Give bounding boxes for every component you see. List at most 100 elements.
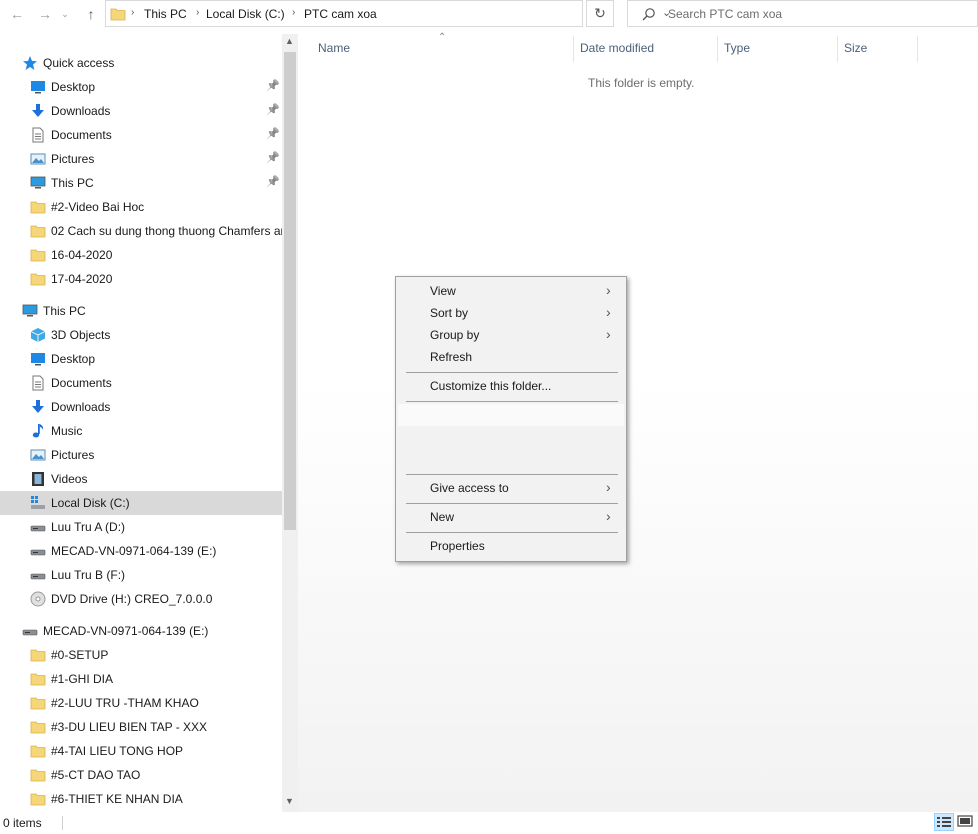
nav-drive-e[interactable]: MECAD-VN-0971-064-139 (E:) — [0, 619, 282, 643]
menu-item-label: Properties — [430, 539, 485, 553]
scroll-down-icon[interactable]: ▼ — [285, 796, 294, 806]
menu-item-customize-folder[interactable]: Customize this folder... — [398, 375, 624, 397]
scrollbar-thumb[interactable] — [284, 52, 296, 530]
menu-blank-item[interactable] — [398, 404, 624, 426]
nav-item-this-pc[interactable]: 3D Objects — [0, 323, 282, 347]
nav-item-label: Luu Tru B (F:) — [51, 568, 126, 582]
star-icon — [22, 55, 38, 71]
breadcrumb-separator: › — [131, 7, 135, 18]
nav-item-drive-e[interactable]: #5-CT DAO TAO — [0, 763, 282, 787]
nav-item-label: 02 Cach su dung thong thuong Chamfers ar — [51, 224, 285, 238]
folder-icon — [30, 767, 46, 783]
nav-item-label: Desktop — [51, 80, 96, 94]
nav-item-drive-e[interactable]: #4-TAI LIEU TONG HOP — [0, 739, 282, 763]
column-header-type[interactable]: Type — [724, 41, 750, 55]
nav-item-this-pc[interactable]: Downloads — [0, 395, 282, 419]
large-icons-view-icon — [957, 815, 973, 827]
column-divider[interactable] — [717, 36, 718, 62]
up-button[interactable]: ↑ — [80, 4, 102, 24]
nav-item-quick-access[interactable]: Downloads 📌 — [0, 99, 282, 123]
chevron-right-icon: › — [606, 326, 611, 342]
details-view-button[interactable] — [934, 813, 954, 831]
nav-item-label: MECAD-VN-0971-064-139 (E:) — [51, 544, 217, 558]
item-count: 0 items — [3, 816, 42, 830]
nav-this-pc[interactable]: This PC — [0, 299, 282, 323]
menu-item-refresh[interactable]: Refresh — [398, 346, 624, 368]
menu-item-label: View — [430, 284, 456, 298]
search-box[interactable]: Search PTC cam xoa — [627, 0, 978, 27]
column-header-date-modified[interactable]: Date modified — [580, 41, 654, 55]
nav-item-label: Local Disk (C:) — [51, 496, 130, 510]
nav-item-label: Downloads — [51, 400, 111, 414]
drive-icon — [30, 567, 46, 583]
menu-item-label: Sort by — [430, 306, 469, 320]
navigation-scrollbar[interactable]: ▲ ▼ — [282, 34, 298, 812]
column-divider[interactable] — [573, 36, 574, 62]
menu-item-new[interactable]: New › — [398, 506, 624, 528]
menu-item-give-access-to[interactable]: Give access to › — [398, 477, 624, 499]
address-bar[interactable]: › This PC › Local Disk (C:) › PTC cam xo… — [105, 0, 671, 27]
breadcrumb-local-disk[interactable]: Local Disk (C:) — [206, 7, 285, 21]
nav-item-label: Documents — [51, 376, 112, 390]
status-bar: 0 items — [0, 812, 978, 834]
nav-item-this-pc[interactable]: Videos — [0, 467, 282, 491]
nav-item-drive-e[interactable]: #3-DU LIEU BIEN TAP - XXX — [0, 715, 282, 739]
menu-item-group-by[interactable]: Group by › — [398, 324, 624, 346]
nav-item-drive-e[interactable]: #6-THIET KE NHAN DIA — [0, 787, 282, 811]
nav-item-label: Pictures — [51, 152, 95, 166]
search-placeholder[interactable]: Search PTC cam xoa — [668, 7, 782, 21]
nav-item-this-pc[interactable]: Luu Tru B (F:) — [0, 563, 282, 587]
nav-item-drive-e[interactable]: #2-LUU TRU -THAM KHAO — [0, 691, 282, 715]
nav-item-label: This PC — [43, 304, 86, 318]
nav-item-quick-access[interactable]: #2-Video Bai Hoc — [0, 195, 282, 219]
nav-item-this-pc[interactable]: Desktop — [0, 347, 282, 371]
nav-item-quick-access[interactable]: Documents 📌 — [0, 123, 282, 147]
menu-item-label: Group by — [430, 328, 480, 342]
nav-item-quick-access[interactable]: Pictures 📌 — [0, 147, 282, 171]
nav-item-this-pc[interactable]: Local Disk (C:) — [0, 491, 282, 515]
menu-item-sort-by[interactable]: Sort by › — [398, 302, 624, 324]
forward-button[interactable]: → — [34, 4, 56, 24]
3d-objects-icon — [30, 327, 46, 343]
nav-item-label: #1-GHI DIA — [51, 672, 114, 686]
breadcrumb-this-pc[interactable]: This PC — [144, 7, 187, 21]
breadcrumb-current-folder[interactable]: PTC cam xoa — [304, 7, 377, 21]
nav-item-this-pc[interactable]: MECAD-VN-0971-064-139 (E:) — [0, 539, 282, 563]
menu-separator — [406, 401, 618, 402]
nav-item-quick-access[interactable]: 17-04-2020 — [0, 267, 282, 291]
nav-item-quick-access[interactable]: This PC 📌 — [0, 171, 282, 195]
column-header-name[interactable]: Name — [318, 41, 350, 55]
pictures-icon — [30, 447, 46, 463]
nav-item-label: 3D Objects — [51, 328, 111, 342]
menu-item-properties[interactable]: Properties — [398, 535, 624, 557]
nav-item-label: This PC — [51, 176, 94, 190]
nav-item-this-pc[interactable]: Pictures — [0, 443, 282, 467]
status-divider — [62, 816, 63, 830]
nav-quick-access[interactable]: Quick access — [0, 51, 282, 75]
column-divider[interactable] — [837, 36, 838, 62]
nav-item-quick-access[interactable]: Desktop 📌 — [0, 75, 282, 99]
nav-item-this-pc[interactable]: Luu Tru A (D:) — [0, 515, 282, 539]
pin-icon: 📌 — [266, 152, 280, 164]
back-button[interactable]: ← — [6, 4, 28, 24]
nav-item-label: MECAD-VN-0971-064-139 (E:) — [43, 624, 209, 638]
nav-item-label: #2-LUU TRU -THAM KHAO — [51, 696, 199, 710]
column-divider[interactable] — [917, 36, 918, 62]
nav-item-this-pc[interactable]: DVD Drive (H:) CREO_7.0.0.0 — [0, 587, 282, 611]
column-header-size[interactable]: Size — [844, 41, 867, 55]
nav-item-quick-access[interactable]: 02 Cach su dung thong thuong Chamfers ar — [0, 219, 285, 243]
drive-icon — [30, 543, 46, 559]
refresh-button[interactable]: ↻ — [586, 0, 614, 27]
nav-item-this-pc[interactable]: Documents — [0, 371, 282, 395]
recent-locations-button[interactable]: ⌄ — [58, 4, 72, 24]
nav-item-this-pc[interactable]: Music — [0, 419, 282, 443]
nav-item-quick-access[interactable]: 16-04-2020 — [0, 243, 282, 267]
folder-icon — [30, 695, 46, 711]
scroll-up-icon[interactable]: ▲ — [285, 36, 294, 46]
nav-item-drive-e[interactable]: #0-SETUP — [0, 643, 282, 667]
downloads-icon — [30, 103, 46, 119]
menu-item-view[interactable]: View › — [398, 280, 624, 302]
large-icons-view-button[interactable] — [956, 813, 976, 831]
nav-item-drive-e[interactable]: #1-GHI DIA — [0, 667, 282, 691]
nav-item-label: 16-04-2020 — [51, 248, 113, 262]
